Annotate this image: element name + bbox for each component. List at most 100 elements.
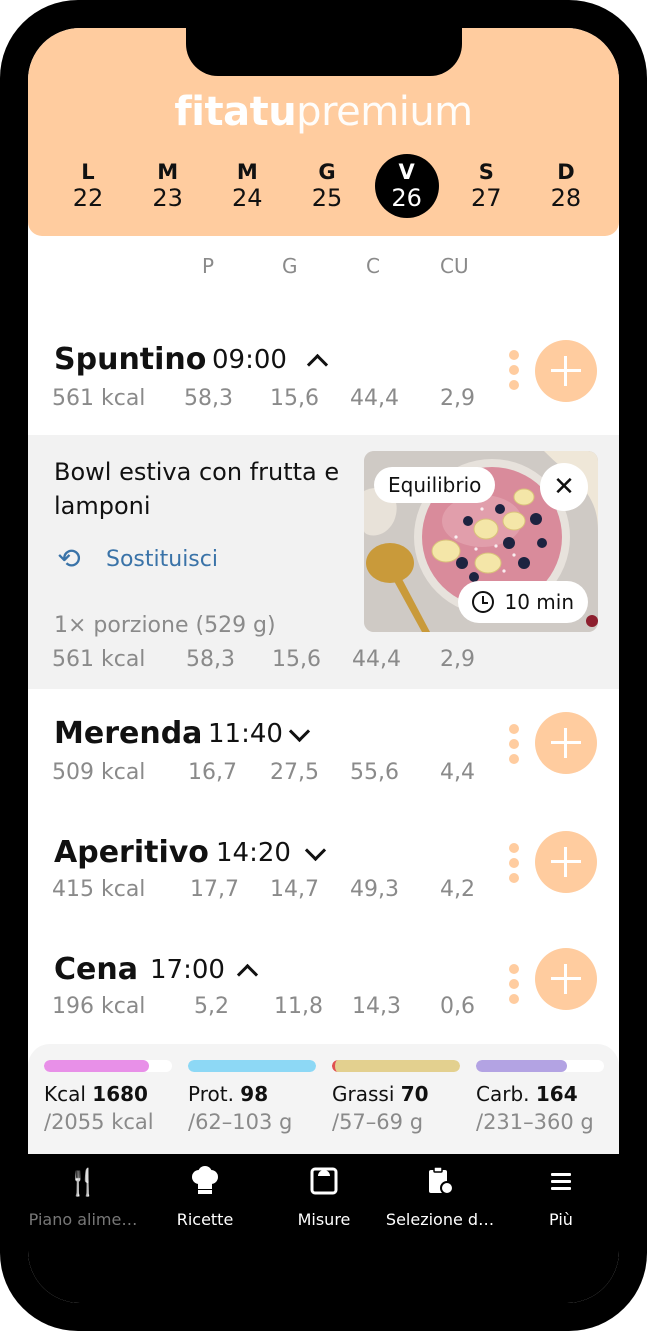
header-fat: G bbox=[282, 254, 298, 278]
day-saturday[interactable]: S 27 bbox=[454, 154, 518, 218]
nav-label: Piano alime… bbox=[28, 1210, 138, 1229]
day-thursday[interactable]: G 25 bbox=[295, 154, 359, 218]
close-icon[interactable]: ✕ bbox=[540, 463, 588, 511]
recipe-protein: 58,3 bbox=[186, 647, 235, 672]
meal-title: Merenda bbox=[54, 716, 203, 751]
nav-meal-plan[interactable]: 🍴 Piano alime… bbox=[28, 1166, 142, 1229]
meal-time[interactable]: 11:40 bbox=[208, 716, 283, 752]
progress-bar bbox=[476, 1060, 604, 1072]
meal-kcal: 561 kcal bbox=[52, 386, 146, 411]
meal-title: Aperitivo bbox=[54, 835, 209, 870]
daily-summary[interactable]: Kcal 1680 /2055 kcal Prot. 98 /62–103 g … bbox=[28, 1044, 619, 1154]
scale-icon bbox=[265, 1166, 383, 1200]
summary-protein: Prot. 98 /62–103 g bbox=[188, 1060, 316, 1134]
logo-brand: fitatu bbox=[174, 89, 297, 135]
meal-protein: 5,2 bbox=[194, 994, 229, 1019]
chevron-up-icon[interactable] bbox=[304, 348, 330, 374]
meal-title: Cena bbox=[54, 952, 138, 987]
fork-knife-icon: 🍴 bbox=[66, 1168, 100, 1198]
day-friday-selected[interactable]: V 26 bbox=[374, 154, 439, 218]
add-food-button[interactable] bbox=[535, 340, 597, 402]
header-cu: CU bbox=[440, 254, 469, 278]
meal-cu: 4,2 bbox=[440, 877, 475, 902]
more-options-icon[interactable] bbox=[508, 843, 520, 885]
recipe-name[interactable]: Bowl estiva con frutta e lamponi bbox=[54, 455, 354, 523]
day-number: 24 bbox=[232, 184, 263, 212]
week-day-selector: L 22 M 23 M 24 G 25 V 26 S 27 D 28 bbox=[56, 154, 598, 218]
recipe-carbs: 44,4 bbox=[352, 647, 401, 672]
meal-carbs: 44,4 bbox=[350, 386, 399, 411]
meal-aperitivo: Aperitivo 14:20 415 kcal 17,7 14,7 49,3 … bbox=[28, 831, 619, 915]
nav-label: Più bbox=[549, 1210, 573, 1229]
add-food-button[interactable] bbox=[535, 948, 597, 1010]
nav-recipes[interactable]: Ricette bbox=[146, 1166, 264, 1229]
day-letter: G bbox=[318, 160, 336, 184]
recipe-portion: 1× porzione (529 g) bbox=[54, 613, 276, 638]
meal-time[interactable]: 09:00 bbox=[212, 342, 287, 378]
day-number: 28 bbox=[550, 184, 582, 212]
swap-button[interactable]: ⟲ Sostituisci bbox=[54, 543, 218, 575]
day-sunday[interactable]: D 28 bbox=[534, 154, 598, 218]
progress-bar bbox=[332, 1060, 460, 1072]
summary-fat: Grassi 70 /57–69 g bbox=[332, 1060, 460, 1134]
menu-icon bbox=[502, 1166, 619, 1200]
meal-kcal: 196 kcal bbox=[52, 994, 146, 1019]
summary-kcal: Kcal 1680 /2055 kcal bbox=[44, 1060, 172, 1134]
meal-protein: 16,7 bbox=[188, 760, 237, 785]
summary-range: /62–103 g bbox=[188, 1110, 293, 1134]
nav-more[interactable]: Più bbox=[502, 1166, 619, 1229]
meal-time[interactable]: 14:20 bbox=[216, 835, 291, 871]
add-food-button[interactable] bbox=[535, 831, 597, 893]
summary-range: /57–69 g bbox=[332, 1110, 424, 1134]
add-food-button[interactable] bbox=[535, 712, 597, 774]
nav-selection[interactable]: Selezione d… bbox=[376, 1166, 504, 1229]
diet-tag-badge: Equilibrio bbox=[374, 467, 496, 503]
progress-bar bbox=[44, 1060, 172, 1072]
recipe-photo[interactable]: Equilibrio ✕ 10 min bbox=[364, 451, 598, 632]
meal-spuntino: Spuntino 09:00 561 kcal 58,3 15,6 44,4 2… bbox=[28, 338, 619, 422]
header-carbs: C bbox=[366, 254, 380, 278]
bottom-navigation: 🍴 Piano alime… Ricette Misure Selezione … bbox=[28, 1154, 619, 1303]
nav-label: Selezione d… bbox=[385, 1210, 495, 1229]
nav-measurements[interactable]: Misure bbox=[265, 1166, 383, 1229]
day-letter: V bbox=[398, 160, 415, 184]
recipe-card[interactable]: Bowl estiva con frutta e lamponi ⟲ Sosti… bbox=[28, 435, 619, 689]
chevron-up-icon[interactable] bbox=[234, 958, 260, 984]
meal-carbs: 55,6 bbox=[350, 760, 399, 785]
day-monday[interactable]: L 22 bbox=[56, 154, 120, 218]
summary-label: Kcal bbox=[44, 1082, 86, 1106]
meal-cu: 4,4 bbox=[440, 760, 475, 785]
meal-fat: 27,5 bbox=[270, 760, 319, 785]
meal-time[interactable]: 17:00 bbox=[150, 952, 225, 988]
meal-carbs: 49,3 bbox=[350, 877, 399, 902]
recipe-cu: 2,9 bbox=[440, 647, 475, 672]
chevron-down-icon[interactable] bbox=[302, 841, 328, 867]
clock-icon bbox=[472, 591, 495, 613]
meal-kcal: 509 kcal bbox=[52, 760, 146, 785]
progress-bar bbox=[188, 1060, 316, 1072]
more-options-icon[interactable] bbox=[508, 964, 520, 1006]
recipe-values: 561 kcal 58,3 15,6 44,4 2,9 bbox=[28, 647, 619, 675]
app-logo: fitatupremium bbox=[28, 90, 619, 134]
meal-carbs: 14,3 bbox=[352, 994, 401, 1019]
more-options-icon[interactable] bbox=[508, 350, 520, 392]
day-number: 25 bbox=[311, 184, 343, 212]
meal-protein: 17,7 bbox=[190, 877, 239, 902]
meal-values: 509 kcal 16,7 27,5 55,6 4,4 bbox=[28, 760, 619, 788]
day-tuesday[interactable]: M 23 bbox=[136, 154, 200, 218]
day-number: 27 bbox=[471, 184, 502, 212]
app-screen: fitatupremium L 22 M 23 M 24 G 25 V 26 S 27 D2… bbox=[28, 28, 619, 1303]
macro-column-headers: P G C CU bbox=[28, 254, 619, 280]
more-options-icon[interactable] bbox=[508, 724, 520, 766]
meal-cu: 2,9 bbox=[440, 386, 475, 411]
day-letter: L bbox=[81, 160, 95, 184]
meal-fat: 15,6 bbox=[270, 386, 319, 411]
meal-merenda: Merenda 11:40 509 kcal 16,7 27,5 55,6 4,… bbox=[28, 712, 619, 796]
summary-label: Prot. bbox=[188, 1082, 234, 1106]
logo-tier: premium bbox=[296, 89, 473, 135]
meal-cena: Cena 17:00 196 kcal 5,2 11,8 14,3 0,6 bbox=[28, 948, 619, 1034]
chevron-down-icon[interactable] bbox=[286, 722, 312, 748]
phone-frame: fitatupremium L 22 M 23 M 24 G 25 V 26 S 27 D2… bbox=[0, 0, 647, 1331]
day-letter: S bbox=[478, 160, 494, 184]
day-wednesday[interactable]: M 24 bbox=[215, 154, 279, 218]
